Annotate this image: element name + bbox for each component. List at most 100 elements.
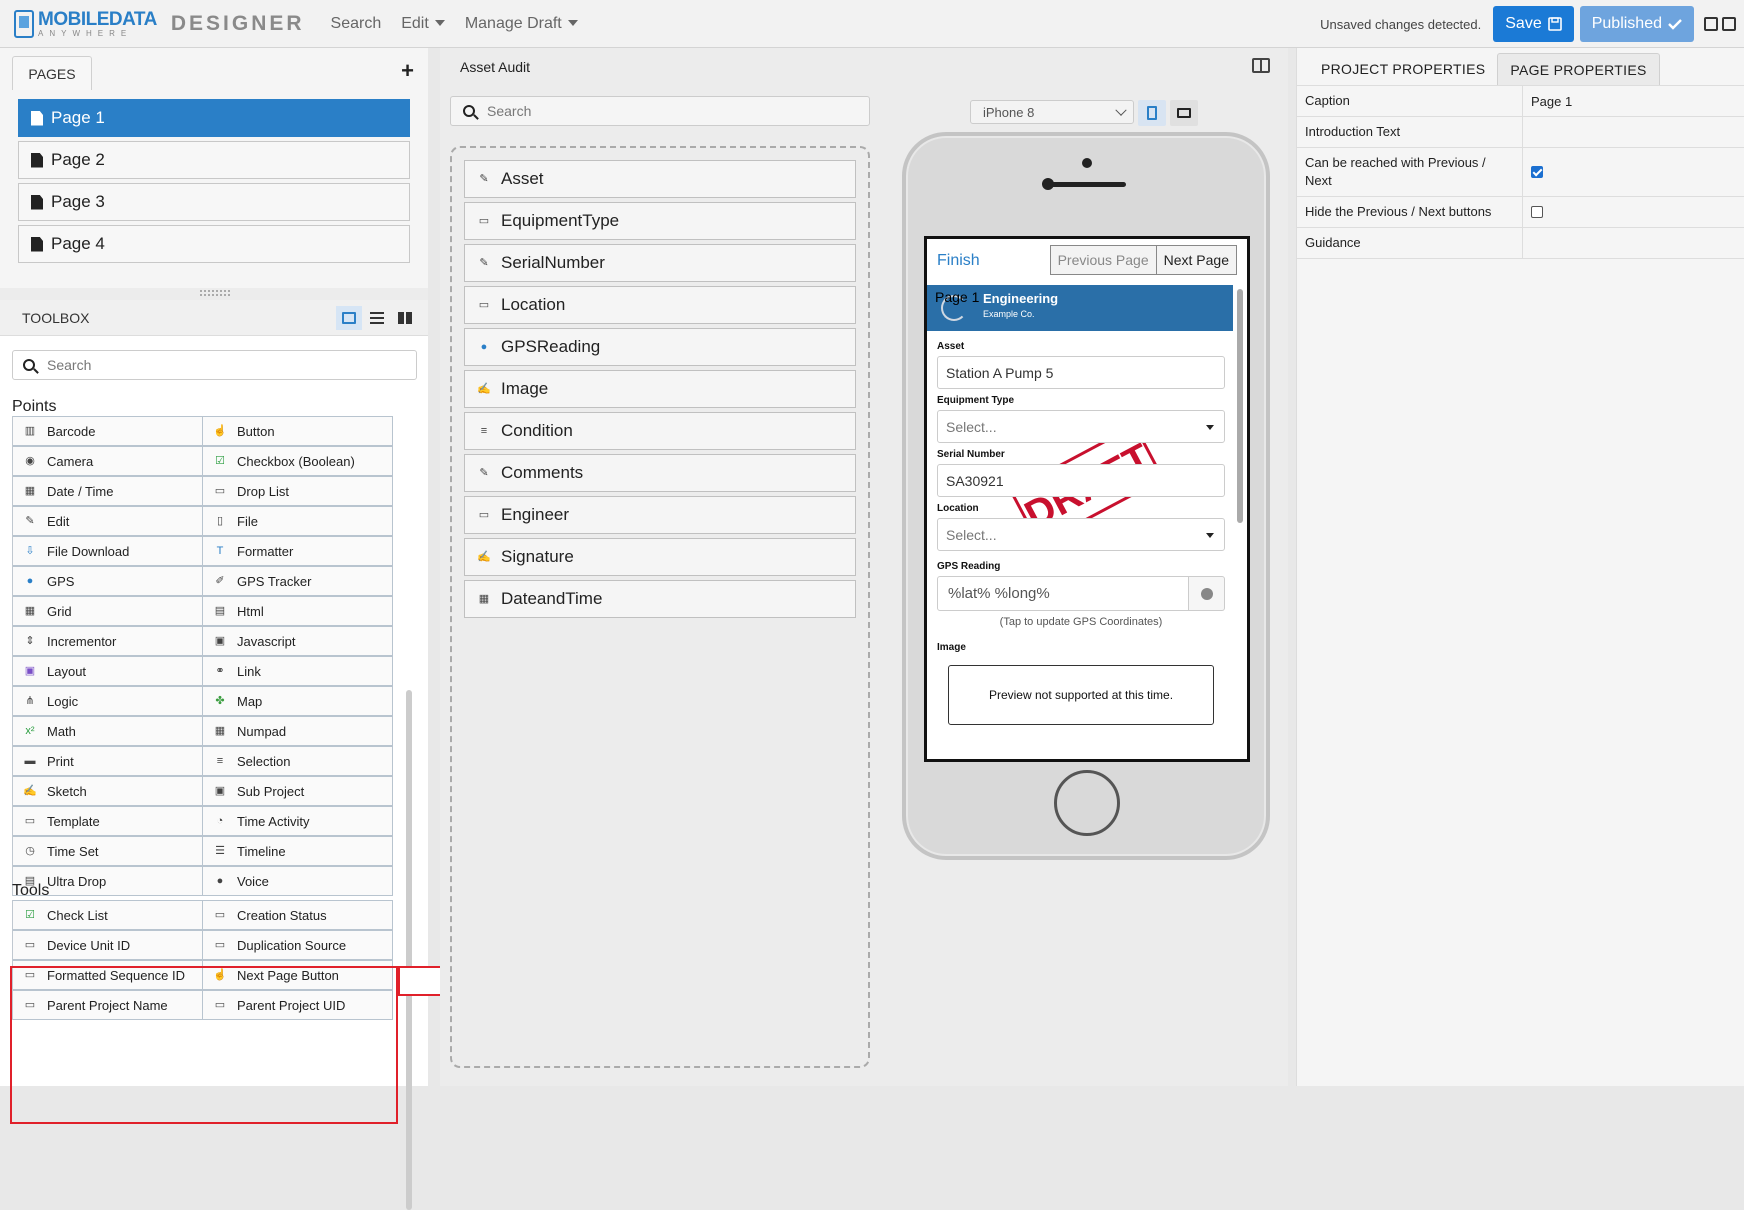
gps-input[interactable]: %lat% %long%	[937, 576, 1189, 611]
toolbox-item[interactable]: ▣ Javascript	[203, 626, 393, 656]
save-button[interactable]: Save	[1493, 6, 1574, 42]
canvas-field[interactable]: ✎ SerialNumber	[464, 244, 856, 282]
view-list-button[interactable]	[364, 306, 390, 330]
canvas-field[interactable]: ▭ Engineer	[464, 496, 856, 534]
toolbox-item[interactable]: ▤ Html	[203, 596, 393, 626]
toolbox-item[interactable]: ● GPS	[13, 566, 203, 596]
previous-page-button[interactable]: Previous Page	[1049, 245, 1156, 275]
toolbox-item[interactable]: ● Voice	[203, 866, 393, 896]
menu-manage-draft[interactable]: Manage Draft	[465, 15, 578, 33]
toolbox-item[interactable]: ▬ Print	[13, 746, 203, 776]
menu-search[interactable]: Search	[331, 15, 382, 33]
toolbox-item[interactable]: ▥ Barcode	[13, 416, 203, 446]
canvas-field[interactable]: ● GPSReading	[464, 328, 856, 366]
device-select[interactable]: iPhone 8	[970, 100, 1134, 124]
layout-split-icon[interactable]	[1704, 17, 1718, 31]
toolbox-item[interactable]: ☝ Button	[203, 416, 393, 446]
tab-project-properties[interactable]: PROJECT PROPERTIES	[1309, 53, 1497, 85]
canvas-field[interactable]: ▦ DateandTime	[464, 580, 856, 618]
canvas-field[interactable]: ✎ Comments	[464, 454, 856, 492]
toolbox-item[interactable]: ▦ Grid	[13, 596, 203, 626]
toolbox-item[interactable]: ▣ Layout	[13, 656, 203, 686]
toolbox-item[interactable]: ▭ Template	[13, 806, 203, 836]
view-split-button[interactable]	[336, 306, 362, 330]
toolbox-item[interactable]: ✎ Edit	[13, 506, 203, 536]
toolbox-item[interactable]: ▭ Creation Status	[203, 900, 393, 930]
toolbox-item[interactable]: ▦ Date / Time	[13, 476, 203, 506]
toolbox-item[interactable]: ▣ Sub Project	[203, 776, 393, 806]
gps-hint: (Tap to update GPS Coordinates)	[999, 616, 1163, 628]
canvas-field[interactable]: ≡ Condition	[464, 412, 856, 450]
location-select[interactable]: Select...	[937, 518, 1225, 551]
page-item-1[interactable]: Page 1	[18, 99, 410, 137]
menu-edit[interactable]: Edit	[401, 15, 445, 33]
next-page-button[interactable]: Next Page	[1155, 245, 1237, 275]
canvas-field[interactable]: ✍ Image	[464, 370, 856, 408]
toolbox-item[interactable]: T Formatter	[203, 536, 393, 566]
toolbox-item[interactable]: ⇕ Incrementor	[13, 626, 203, 656]
phone-logo-icon	[14, 9, 34, 38]
asset-input[interactable]: Station A Pump 5	[937, 356, 1225, 389]
camera-icon: ◉	[25, 455, 35, 467]
toolbox-item[interactable]: ▯ File	[203, 506, 393, 536]
property-value[interactable]	[1523, 228, 1744, 258]
page-item-2[interactable]: Page 2	[18, 141, 410, 179]
landscape-button[interactable]	[1170, 100, 1198, 126]
toolbox-item[interactable]: ◷ Time Set	[13, 836, 203, 866]
toolbox-search-input[interactable]: Search	[12, 350, 417, 380]
page-item-3[interactable]: Page 3	[18, 183, 410, 221]
toolbox-item[interactable]: ☑ Checkbox (Boolean)	[203, 446, 393, 476]
add-page-button[interactable]: +	[401, 58, 414, 84]
toolbox-item[interactable]: ☑ Check List	[13, 900, 203, 930]
layout-full-icon[interactable]	[1722, 17, 1736, 31]
view-grid-button[interactable]	[392, 306, 418, 330]
serial-number-input[interactable]: SA30921	[937, 464, 1225, 497]
toolbox-item-label: GPS	[47, 573, 75, 589]
edit-icon: ✎	[479, 173, 489, 185]
property-value[interactable]	[1523, 117, 1744, 147]
finish-button[interactable]: Finish	[937, 252, 980, 270]
toolbox-item[interactable]: ◔ Time Activity	[203, 806, 393, 836]
tab-pages[interactable]: PAGES	[12, 56, 92, 90]
toolbox-item[interactable]: ▭ Duplication Source	[203, 930, 393, 960]
tab-page-properties[interactable]: PAGE PROPERTIES	[1497, 53, 1660, 85]
property-checkbox-cell[interactable]	[1523, 148, 1744, 196]
split-panel-icon[interactable]	[1252, 58, 1270, 73]
menu-edit-label: Edit	[401, 14, 429, 32]
portrait-button[interactable]	[1138, 100, 1166, 126]
toolbox-item[interactable]: ☰ Timeline	[203, 836, 393, 866]
canvas-field[interactable]: ▭ Location	[464, 286, 856, 324]
toolbox-item[interactable]: ⋔ Logic	[13, 686, 203, 716]
canvas-field[interactable]: ✍ Signature	[464, 538, 856, 576]
canvas-field[interactable]: ▭ EquipmentType	[464, 202, 856, 240]
toolbox-item[interactable]: ⚭ Link	[203, 656, 393, 686]
toolbox-item[interactable]: ✐ GPS Tracker	[203, 566, 393, 596]
property-checkbox[interactable]	[1531, 166, 1543, 178]
page-item-4[interactable]: Page 4	[18, 225, 410, 263]
template-icon: ▭	[24, 815, 36, 827]
link-icon: ⚭	[215, 665, 225, 677]
equipment-type-select[interactable]: Select...	[937, 410, 1225, 443]
property-value[interactable]: Page 1	[1523, 86, 1744, 116]
published-button[interactable]: Published	[1579, 6, 1694, 42]
property-checkbox-cell[interactable]	[1523, 197, 1744, 227]
resize-handle[interactable]	[200, 290, 230, 296]
toolbox-scrollbar[interactable]	[406, 690, 412, 1210]
gps-locate-button[interactable]	[1189, 576, 1225, 611]
property-checkbox[interactable]	[1531, 206, 1543, 218]
screen-scrollbar[interactable]	[1237, 289, 1243, 523]
split-view-icon	[342, 312, 356, 324]
toolbox-item[interactable]: ▦ Numpad	[203, 716, 393, 746]
toolbox-item[interactable]: ▭ Device Unit ID	[13, 930, 203, 960]
toolbox-item[interactable]: ⇩ File Download	[13, 536, 203, 566]
toolbox-item[interactable]: x² Math	[13, 716, 203, 746]
canvas-field[interactable]: ✎ Asset	[464, 160, 856, 198]
toolbox-item[interactable]: ≡ Selection	[203, 746, 393, 776]
page-list: Page 1 Page 2 Page 3 Page 4	[18, 99, 410, 267]
toolbox-item[interactable]: ✍ Sketch	[13, 776, 203, 806]
toolbox-item[interactable]: ✤ Map	[203, 686, 393, 716]
grid-icon: ▦	[24, 605, 36, 617]
toolbox-item[interactable]: ▭ Drop List	[203, 476, 393, 506]
canvas-search-input[interactable]: Search	[450, 96, 870, 126]
toolbox-item[interactable]: ◉ Camera	[13, 446, 203, 476]
